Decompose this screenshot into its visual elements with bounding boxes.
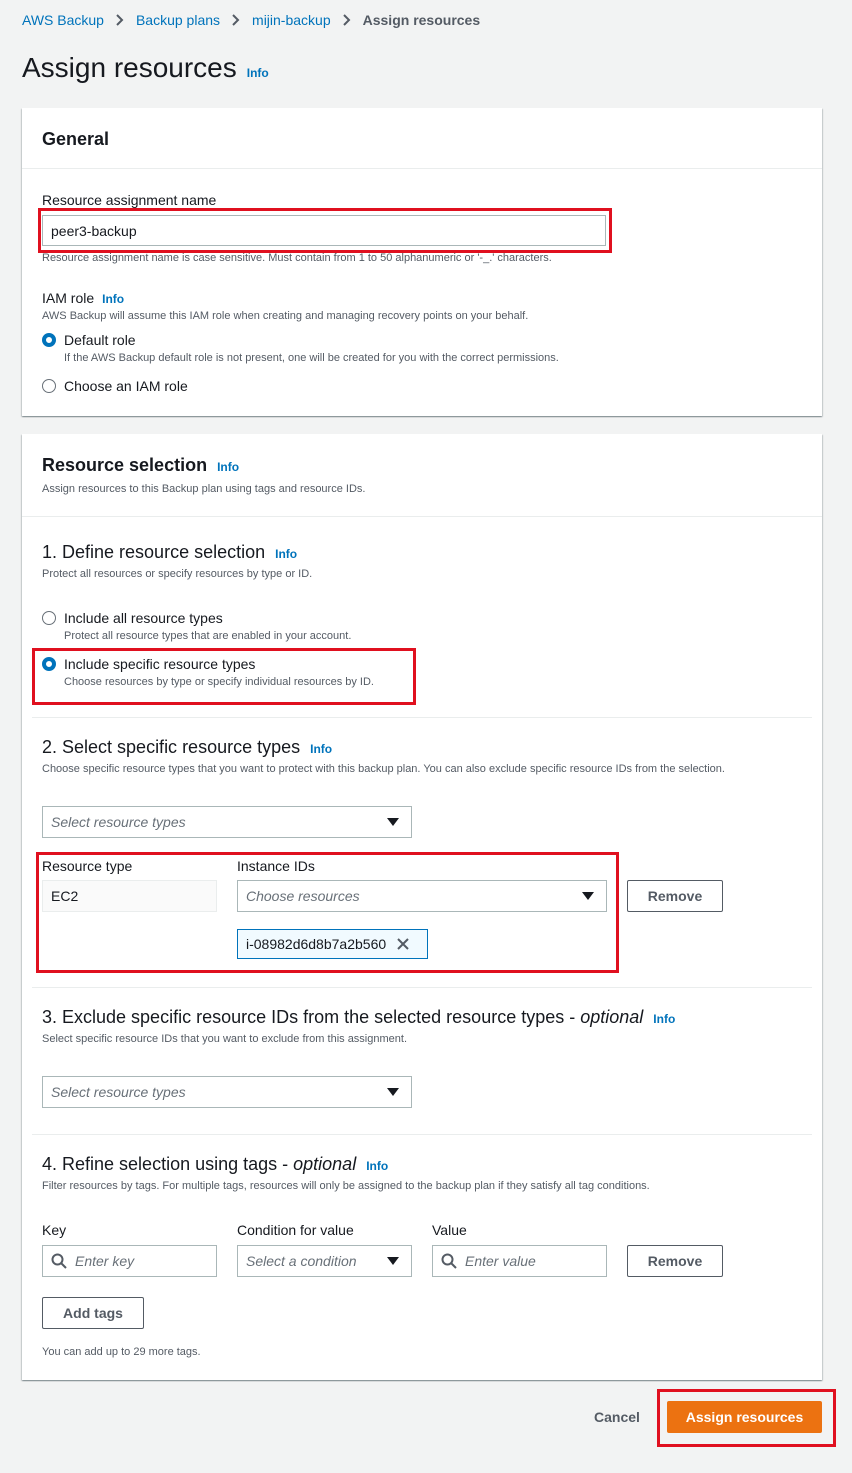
step2-info-link[interactable]: Info	[310, 742, 332, 756]
iam-info-link[interactable]: Info	[102, 292, 124, 306]
include-specific-desc: Choose resources by type or specify indi…	[64, 676, 374, 688]
value-input[interactable]: Enter value	[432, 1245, 607, 1277]
step1-title: 1. Define resource selection	[42, 542, 266, 562]
col-instance-ids: Instance IDs	[237, 858, 315, 874]
step4-optional: optional	[293, 1154, 357, 1174]
name-input[interactable]: peer3-backup	[42, 215, 606, 246]
resource-type-field: EC2	[42, 880, 217, 912]
condition-label: Condition for value	[237, 1222, 354, 1238]
instance-token: i-08982d6d8b7a2b560	[237, 929, 428, 959]
step1-desc: Protect all resources or specify resourc…	[42, 568, 313, 580]
value-placeholder: Enter value	[465, 1253, 536, 1269]
key-input[interactable]: Enter key	[42, 1245, 217, 1277]
tag-limit-note: You can add up to 29 more tags.	[42, 1346, 201, 1358]
include-specific-radio[interactable]	[42, 657, 56, 671]
step3-title: 3. Exclude specific resource IDs from th…	[42, 1007, 581, 1027]
caret-down-icon	[387, 1257, 399, 1265]
breadcrumb-aws-backup[interactable]: AWS Backup	[22, 12, 104, 28]
remove-resource-button[interactable]: Remove	[627, 880, 723, 912]
page-info-link[interactable]: Info	[247, 66, 269, 80]
key-label: Key	[42, 1222, 67, 1238]
default-role-desc: If the AWS Backup default role is not pr…	[64, 352, 559, 364]
step1-info-link[interactable]: Info	[275, 547, 297, 561]
exclude-types-select[interactable]: Select resource types	[42, 1076, 412, 1108]
breadcrumb-mijin-backup[interactable]: mijin-backup	[252, 12, 331, 28]
step4-title-row: 4. Refine selection using tags - optiona…	[42, 1154, 388, 1175]
instance-token-label: i-08982d6d8b7a2b560	[246, 936, 387, 952]
divider	[32, 1134, 812, 1135]
include-all-label[interactable]: Include all resource types	[64, 610, 223, 626]
caret-down-icon	[582, 892, 594, 900]
close-icon[interactable]	[396, 937, 410, 951]
step4-info-link[interactable]: Info	[366, 1159, 388, 1173]
caret-down-icon	[387, 818, 399, 826]
breadcrumb: AWS Backup Backup plans mijin-backup Ass…	[22, 11, 480, 29]
default-role-label[interactable]: Default role	[64, 332, 136, 348]
include-all-radio[interactable]	[42, 611, 56, 625]
step4-desc: Filter resources by tags. For multiple t…	[42, 1180, 650, 1192]
choose-role-radio[interactable]	[42, 379, 56, 393]
breadcrumb-backup-plans[interactable]: Backup plans	[136, 12, 220, 28]
choose-role-label[interactable]: Choose an IAM role	[64, 378, 188, 394]
include-specific-label[interactable]: Include specific resource types	[64, 656, 255, 672]
step2-title-row: 2. Select specific resource types Info	[42, 737, 332, 758]
condition-placeholder: Select a condition	[246, 1253, 357, 1269]
name-label: Resource assignment name	[42, 192, 217, 208]
search-icon	[441, 1253, 457, 1269]
divider	[32, 717, 812, 718]
value-label: Value	[432, 1222, 467, 1238]
page-title: Assign resources	[22, 52, 237, 83]
chevron-right-icon	[230, 14, 242, 26]
chevron-right-icon	[341, 14, 353, 26]
caret-down-icon	[387, 1088, 399, 1096]
breadcrumb-current: Assign resources	[362, 12, 481, 28]
instance-ids-select[interactable]: Choose resources	[237, 880, 607, 912]
name-hint: Resource assignment name is case sensiti…	[42, 252, 552, 264]
chevron-right-icon	[114, 14, 126, 26]
name-input-value: peer3-backup	[51, 222, 137, 239]
key-placeholder: Enter key	[75, 1253, 135, 1269]
exclude-types-placeholder: Select resource types	[51, 1084, 186, 1100]
step4-title: 4. Refine selection using tags -	[42, 1154, 294, 1174]
condition-select[interactable]: Select a condition	[237, 1245, 412, 1277]
resource-types-select[interactable]: Select resource types	[42, 806, 412, 838]
step1-title-row: 1. Define resource selection Info	[42, 542, 297, 563]
remove-tag-button[interactable]: Remove	[627, 1245, 723, 1277]
step2-desc: Choose specific resource types that you …	[42, 763, 725, 775]
general-heading: General	[42, 129, 110, 149]
general-header: General	[22, 108, 822, 169]
assign-resources-button[interactable]: Assign resources	[667, 1401, 822, 1433]
resource-selection-header: Resource selection Info Assign resources…	[22, 434, 822, 517]
step3-desc: Select specific resource IDs that you wa…	[42, 1033, 407, 1045]
resource-type-value: EC2	[51, 888, 79, 904]
step2-title: 2. Select specific resource types	[42, 737, 301, 757]
col-resource-type: Resource type	[42, 858, 133, 874]
step3-info-link[interactable]: Info	[653, 1012, 675, 1026]
page-title-row: Assign resources Info	[22, 52, 269, 84]
resource-selection-desc: Assign resources to this Backup plan usi…	[42, 483, 366, 495]
add-tags-button[interactable]: Add tags	[42, 1297, 144, 1329]
default-role-radio[interactable]	[42, 333, 56, 347]
resource-selection-info-link[interactable]: Info	[217, 460, 239, 474]
step3-title-row: 3. Exclude specific resource IDs from th…	[42, 1007, 675, 1028]
iam-label-row: IAM role Info	[42, 290, 124, 306]
resource-selection-heading: Resource selection	[42, 455, 208, 475]
instance-ids-placeholder: Choose resources	[246, 888, 360, 904]
step3-optional: optional	[580, 1007, 644, 1027]
resource-types-placeholder: Select resource types	[51, 814, 186, 830]
iam-desc: AWS Backup will assume this IAM role whe…	[42, 310, 529, 322]
include-all-desc: Protect all resource types that are enab…	[64, 630, 352, 642]
cancel-button[interactable]: Cancel	[594, 1409, 640, 1425]
search-icon	[51, 1253, 67, 1269]
iam-label: IAM role	[42, 290, 95, 306]
divider	[32, 987, 812, 988]
